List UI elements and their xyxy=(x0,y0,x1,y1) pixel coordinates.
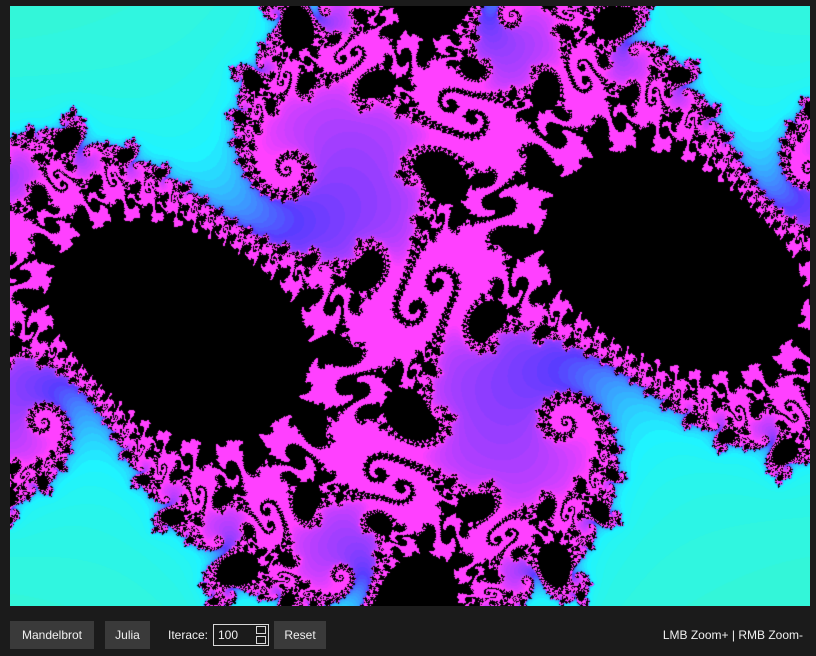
julia-button[interactable]: Julia xyxy=(105,621,150,649)
iterations-input[interactable] xyxy=(214,625,256,645)
bottom-toolbar: Mandelbrot Julia Iterace: Reset LMB Zoom… xyxy=(0,606,816,656)
spin-up-button[interactable] xyxy=(256,626,266,634)
app-window: Mandelbrot Julia Iterace: Reset LMB Zoom… xyxy=(0,0,816,656)
spin-down-button[interactable] xyxy=(256,636,266,644)
iterations-spinbox[interactable] xyxy=(213,624,269,646)
spinbox-buttons xyxy=(256,626,266,644)
reset-button[interactable]: Reset xyxy=(274,621,326,649)
mandelbrot-button[interactable]: Mandelbrot xyxy=(10,621,94,649)
fractal-canvas[interactable] xyxy=(10,6,810,606)
zoom-hint: LMB Zoom+ | RMB Zoom- xyxy=(662,628,803,642)
fractal-canvas-area[interactable] xyxy=(10,6,810,606)
iterations-label: Iterace: xyxy=(168,628,209,642)
